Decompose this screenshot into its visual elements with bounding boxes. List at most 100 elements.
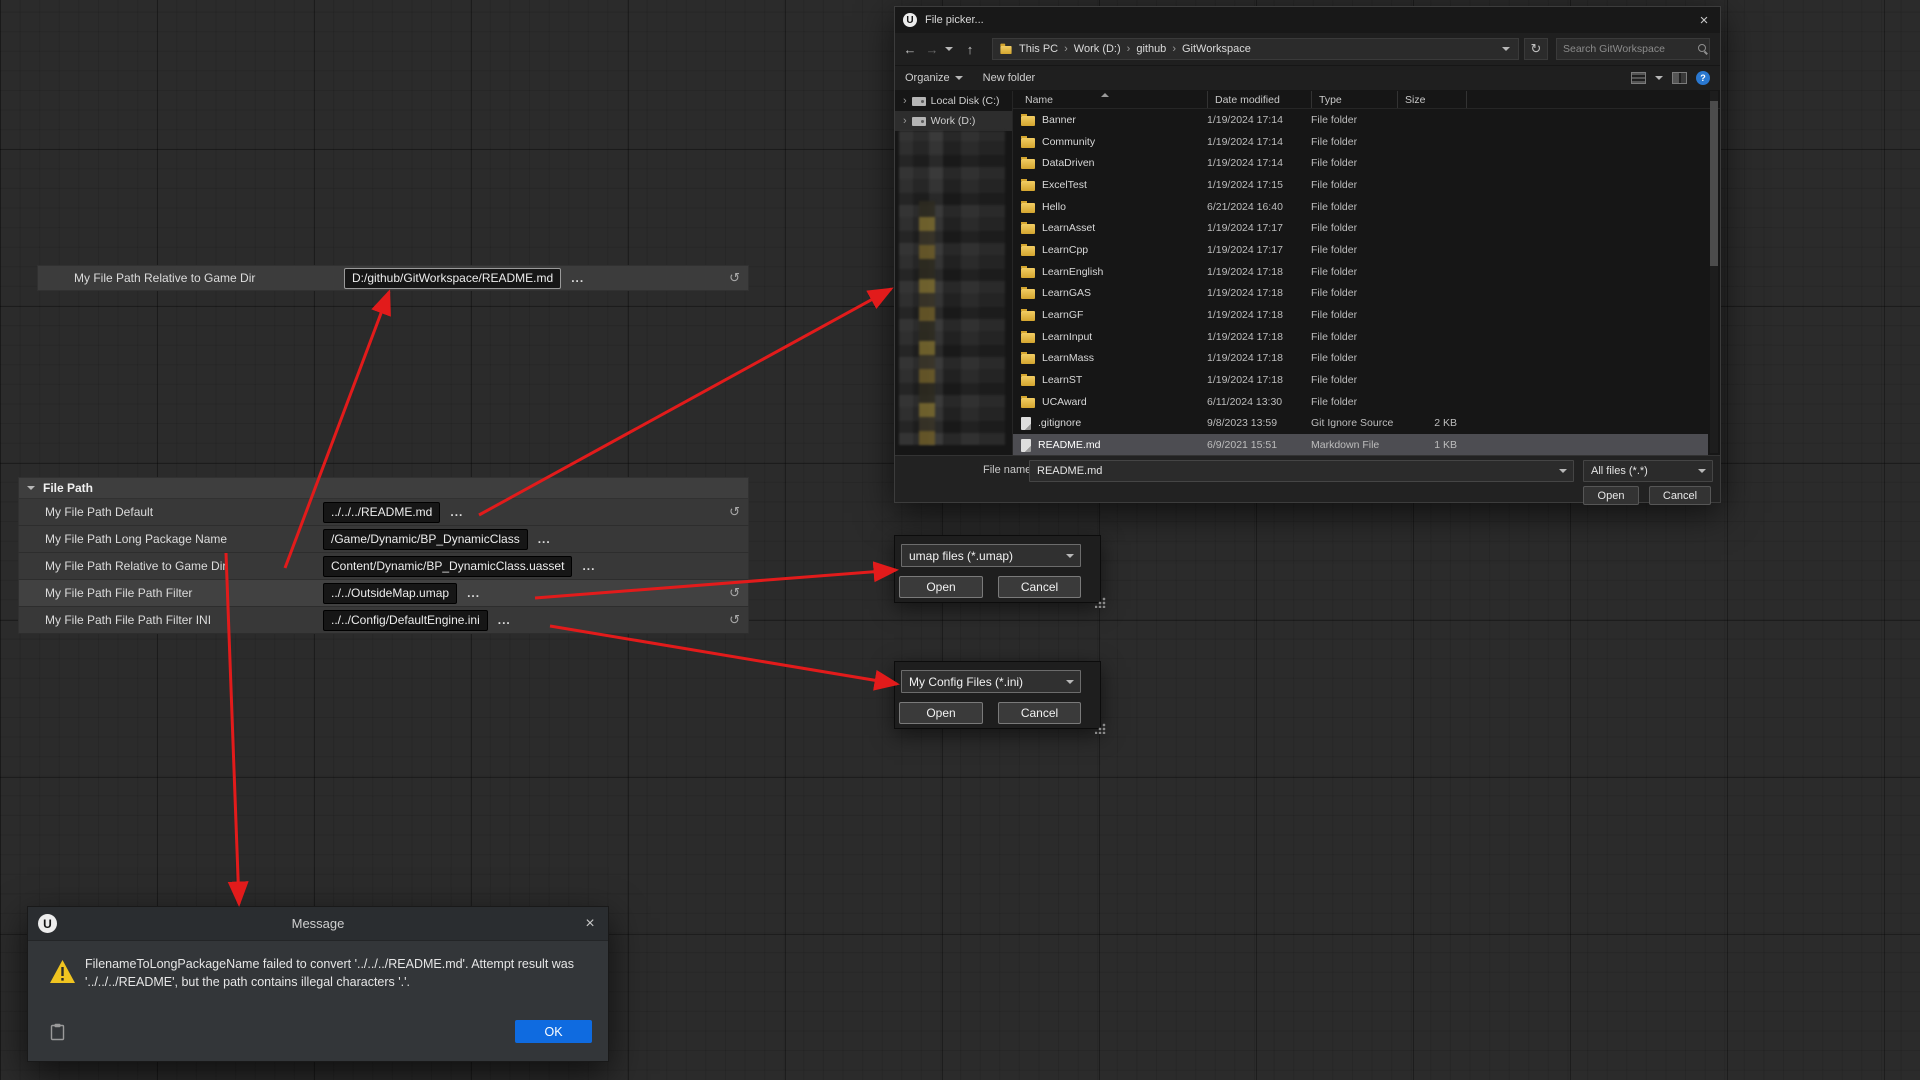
breadcrumb: This PC›Work (D:)›github›GitWorkspace (1019, 43, 1251, 55)
property-value-box[interactable]: ../../../README.md (323, 502, 440, 523)
category-header[interactable]: File Path (18, 477, 749, 499)
column-header-size[interactable]: Size (1397, 91, 1467, 108)
file-type: File folder (1311, 352, 1397, 364)
history-dropdown-icon[interactable] (945, 47, 953, 51)
search-input[interactable] (1563, 43, 1698, 55)
file-row[interactable]: ExcelTest1/19/2024 17:15File folder (1013, 174, 1708, 196)
open-button[interactable]: Open (899, 576, 983, 598)
reset-to-default-button[interactable]: ↺ (729, 504, 740, 520)
property-value-box[interactable]: ../../OutsideMap.umap (323, 583, 457, 604)
property-row[interactable]: My File Path Relative to Game DirContent… (18, 553, 749, 580)
scrollbar-thumb[interactable] (1710, 101, 1718, 266)
property-row[interactable]: My File Path File Path Filter INI../../C… (18, 607, 749, 634)
breadcrumb-item[interactable]: This PC (1019, 43, 1058, 55)
close-icon[interactable]: × (1688, 7, 1720, 33)
breadcrumb-item[interactable]: Work (D:) (1074, 43, 1121, 55)
browse-button[interactable]: ... (467, 586, 480, 600)
message-titlebar[interactable]: U Message × (28, 907, 608, 941)
blurred-region-accent (919, 201, 935, 445)
file-row[interactable]: LearnCpp1/19/2024 17:17File folder (1013, 239, 1708, 261)
close-icon[interactable]: × (572, 907, 608, 940)
file-row[interactable]: LearnGAS1/19/2024 17:18File folder (1013, 283, 1708, 305)
unreal-graph-canvas: My File Path Relative to Game Dir D:/git… (0, 0, 1920, 1080)
cancel-button[interactable]: Cancel (998, 702, 1081, 724)
cancel-button[interactable]: Cancel (1649, 486, 1711, 505)
address-bar[interactable]: This PC›Work (D:)›github›GitWorkspace (992, 38, 1519, 60)
property-value-box[interactable]: /Game/Dynamic/BP_DynamicClass (323, 529, 528, 550)
filter-combobox[interactable]: umap files (*.umap) (901, 544, 1081, 567)
reset-to-default-button[interactable]: ↺ (729, 270, 740, 286)
file-type-filter-combobox[interactable]: All files (*.*) (1583, 460, 1713, 482)
file-row[interactable]: LearnAsset1/19/2024 17:17File folder (1013, 217, 1708, 239)
cancel-button[interactable]: Cancel (998, 576, 1081, 598)
change-view-icon[interactable] (1631, 72, 1646, 84)
file-row[interactable]: LearnEnglish1/19/2024 17:18File folder (1013, 261, 1708, 283)
picker-titlebar[interactable]: U File picker... × (895, 7, 1720, 33)
address-dropdown-icon[interactable] (1502, 47, 1510, 51)
forward-icon[interactable]: → (921, 42, 943, 57)
file-type: File folder (1311, 179, 1397, 191)
chevron-right-icon[interactable]: › (903, 95, 907, 107)
browse-button[interactable]: ... (571, 271, 584, 285)
file-row[interactable]: LearnInput1/19/2024 17:18File folder (1013, 326, 1708, 348)
expander-arrow-icon[interactable] (27, 486, 35, 490)
file-row[interactable]: Banner1/19/2024 17:14File folder (1013, 109, 1708, 131)
column-header-type[interactable]: Type (1311, 91, 1397, 108)
open-button[interactable]: Open (899, 702, 983, 724)
file-name-combobox[interactable]: README.md (1029, 460, 1574, 482)
file-type: File folder (1311, 136, 1397, 148)
arrow-to-config-dialog (550, 626, 897, 684)
copy-to-clipboard-icon[interactable] (50, 1023, 65, 1046)
breadcrumb-item[interactable]: github (1136, 43, 1166, 55)
browse-button[interactable]: ... (450, 505, 463, 519)
preview-pane-icon[interactable] (1672, 72, 1687, 84)
property-row[interactable]: My File Path File Path Filter../../Outsi… (18, 580, 749, 607)
file-path-value-box[interactable]: D:/github/GitWorkspace/README.md (344, 268, 561, 289)
filter-combobox[interactable]: My Config Files (*.ini) (901, 670, 1081, 693)
picker-bottom-bar: File name: README.md All files (*.*) Ope… (895, 455, 1720, 502)
organize-button[interactable]: Organize (895, 66, 973, 90)
file-date: 6/11/2024 13:30 (1207, 396, 1311, 408)
file-row[interactable]: README.md6/9/2021 15:51Markdown File1 KB (1013, 434, 1708, 456)
file-row[interactable]: Hello6/21/2024 16:40File folder (1013, 196, 1708, 218)
back-icon[interactable]: ← (899, 42, 921, 57)
search-box[interactable] (1556, 38, 1710, 60)
sidebar-item[interactable]: ›Work (D:) (895, 111, 1012, 131)
file-row[interactable]: Community1/19/2024 17:14File folder (1013, 131, 1708, 153)
browse-button[interactable]: ... (538, 532, 551, 546)
file-row[interactable]: DataDriven1/19/2024 17:14File folder (1013, 152, 1708, 174)
file-row[interactable]: LearnGF1/19/2024 17:18File folder (1013, 304, 1708, 326)
up-icon[interactable]: ↑ (959, 42, 981, 57)
vertical-scrollbar[interactable] (1710, 91, 1718, 453)
property-row[interactable]: My File Path Long Package Name/Game/Dyna… (18, 526, 749, 553)
reset-to-default-button[interactable]: ↺ (729, 585, 740, 601)
view-dropdown-icon[interactable] (1655, 76, 1663, 80)
resize-grip[interactable] (1095, 597, 1106, 608)
column-header-name[interactable]: Name (1021, 91, 1207, 108)
column-header-date-modified[interactable]: Date modified (1207, 91, 1311, 108)
resize-grip[interactable] (1095, 723, 1106, 734)
sidebar-item[interactable]: ›Local Disk (C:) (895, 91, 1012, 111)
help-icon[interactable]: ? (1696, 71, 1710, 85)
message-dialog: U Message × FilenameToLongPackageName fa… (27, 906, 609, 1062)
reset-to-default-button[interactable]: ↺ (729, 612, 740, 628)
picker-content: ›Local Disk (C:)›Work (D:) NameDate modi… (895, 91, 1720, 455)
ok-button[interactable]: OK (515, 1020, 592, 1043)
property-value-box[interactable]: ../../Config/DefaultEngine.ini (323, 610, 488, 631)
breadcrumb-item[interactable]: GitWorkspace (1182, 43, 1251, 55)
browse-button[interactable]: ... (582, 559, 595, 573)
file-row[interactable]: LearnST1/19/2024 17:18File folder (1013, 369, 1708, 391)
sort-ascending-icon (1101, 93, 1109, 97)
file-row[interactable]: UCAward6/11/2024 13:30File folder (1013, 391, 1708, 413)
open-button[interactable]: Open (1583, 486, 1639, 505)
chevron-right-icon[interactable]: › (903, 115, 907, 127)
drive-icon (912, 97, 926, 106)
file-row[interactable]: LearnMass1/19/2024 17:18File folder (1013, 348, 1708, 370)
property-row[interactable]: My File Path Default../../../README.md..… (18, 499, 749, 526)
property-value-box[interactable]: Content/Dynamic/BP_DynamicClass.uasset (323, 556, 572, 577)
new-folder-button[interactable]: New folder (973, 66, 1046, 90)
breadcrumb-separator-icon: › (1064, 43, 1068, 55)
browse-button[interactable]: ... (498, 613, 511, 627)
file-row[interactable]: .gitignore9/8/2023 13:59Git Ignore Sourc… (1013, 413, 1708, 435)
refresh-icon[interactable]: ↻ (1524, 38, 1548, 60)
